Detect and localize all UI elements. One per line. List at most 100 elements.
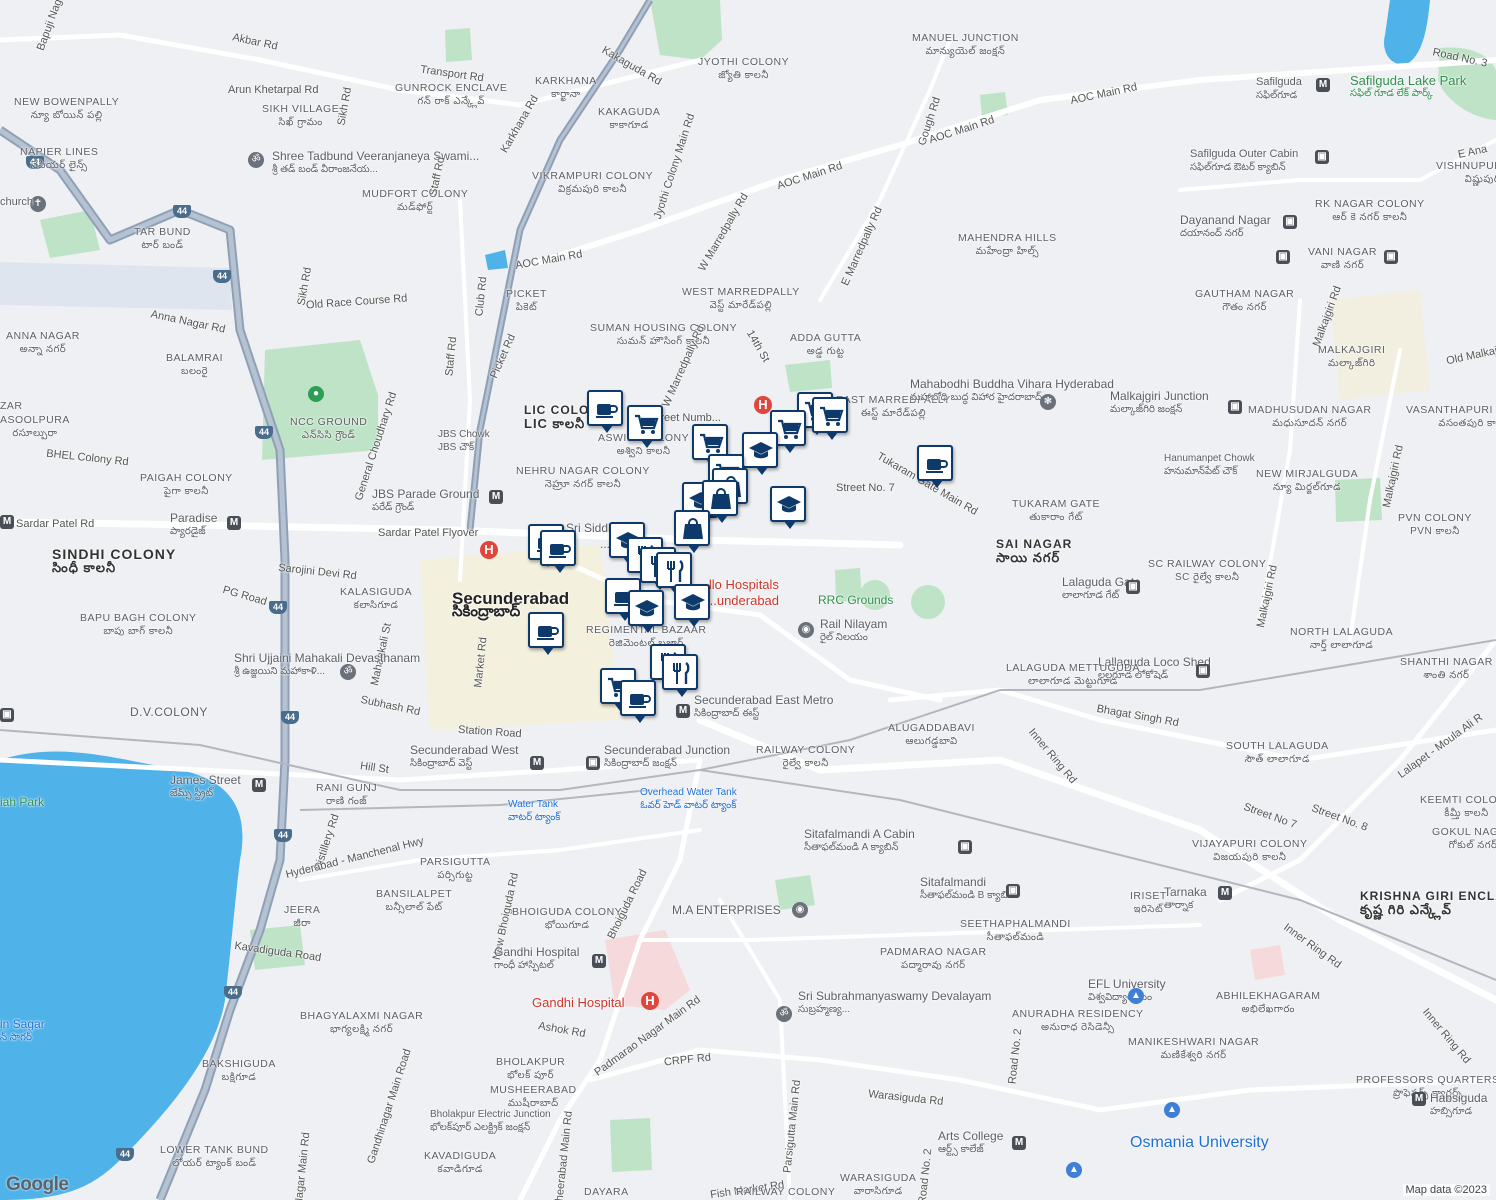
restaurant-marker[interactable] [656,552,692,595]
area-label: VIKRAMPURI COLONY విక్రమపురి కాలనీ [532,170,654,195]
rail-station-icon[interactable]: ▣ [1126,580,1140,594]
landmark-icon[interactable]: ◉ [798,622,814,638]
area-label: RAILWAY COLONY [736,1186,836,1198]
poi-label: Rail Nilayam రైల్ నిలయం [820,617,888,644]
park-label: iah Park [0,795,45,809]
rail-station-icon[interactable]: ▣ [1006,884,1020,898]
university-icon[interactable]: ▲ [1164,1102,1180,1118]
highway-shield: 44 [116,1148,134,1161]
rail-station-icon[interactable]: ▣ [1283,215,1297,229]
area-label: VISHNUPURI COLONYవిష్ణుపురి కాలనీ [1436,160,1496,185]
monastery-icon[interactable]: ❃ [1040,394,1056,410]
rail-station-icon[interactable]: ▣ [0,708,14,722]
poi-label: Hanumanpet Chowk హనుమాన్‌పేట్ చౌక్ [1164,453,1255,477]
cafe-icon [926,459,948,473]
rail-station-icon[interactable]: ▣ [1228,400,1242,414]
area-label: RANI GUNJ రాణి గంజ్ [316,782,378,807]
area-label: SC RAILWAY COLONY SC రైల్వే కాలనీ [1148,558,1267,583]
poi-label: Sri Subrahmanyaswamy Devalayam సుబ్రహ్మణ్… [798,989,992,1016]
grocery-marker[interactable] [812,397,848,440]
metro-station-icon[interactable]: M [1218,886,1232,900]
map-canvas[interactable]: 44 44 44 44 44 44 44 44 44 Akbar Rd Tran… [0,0,1496,1200]
cafe-icon [629,694,651,708]
grocery-marker[interactable] [627,405,663,448]
university-icon[interactable]: ▲ [1066,1162,1082,1178]
hospital-icon[interactable]: H [480,541,498,559]
cafe-icon [549,544,571,558]
hospital-icon[interactable]: H [641,992,659,1010]
metro-label: Dayanand Nagar దయానంద్ నగర్ [1180,213,1271,240]
area-label: Manuel Junction మాన్యుయెల్ జంక్షన్ [912,32,1019,57]
cafe-marker[interactable] [540,530,576,573]
highway-shield: 44 [274,829,292,842]
poi-label: Overhead Water Tank ఓవర్ హెడ్ వాటర్ ట్యాం… [640,787,737,811]
area-label: TAR BUND టార్ బండ్ [134,226,191,251]
rail-station-icon[interactable]: ▣ [958,840,972,854]
area-label: WEST MARREDPALLY వెస్ట్ మారేడ్‌పల్లి [682,286,800,311]
school-marker[interactable] [674,584,710,627]
cafe-marker[interactable] [528,612,564,655]
metro-station-icon[interactable]: M [227,516,241,530]
area-label: NEW BOWENPALLY న్యూ బోయిన్ పల్లి [14,96,120,121]
cafe-marker[interactable] [620,680,656,723]
temple-icon[interactable]: ॐ [340,664,356,680]
poi-label: EFL University విశ్వవిద్యాలయం [1088,977,1166,1004]
temple-icon[interactable]: ॐ [248,152,264,168]
shopping-icon [683,518,703,539]
area-label: BALAMRAI బలంరై [166,352,224,377]
area-label: MUSHEERABAD ముషీరాబాద్ [490,1084,577,1109]
grocery-icon [700,433,724,453]
area-label: ANURADHA RESIDENCY అనురాధ రెసిడెన్సీ [1012,1008,1144,1033]
area-label: PAIGAH COLONY పైగా కాలనీ [140,472,233,497]
metro-station-icon[interactable]: M [1316,78,1330,92]
park-label: RRC Grounds [818,593,894,607]
university-icon[interactable]: ▲ [1128,988,1144,1004]
area-label: JEERA జీరా [284,904,321,929]
metro-station-icon[interactable]: M [0,515,14,529]
rail-station-icon[interactable]: ▣ [1276,250,1290,264]
cafe-marker[interactable] [917,445,953,488]
area-label: VIJAYAPURI COLONY విజయపురి కాలనీ [1192,838,1308,863]
metro-station-icon[interactable]: M [252,778,266,792]
metro-station-icon[interactable]: M [1012,1136,1026,1150]
restaurant-icon [667,560,684,582]
area-label: VASANTHAPURI COLONYవసంతపురి కాలనీ [1406,404,1496,429]
stadium-icon[interactable]: ● [308,386,324,402]
metro-station-icon[interactable]: M [489,490,503,504]
area-label: LALAGUDA METTUGUDA లాలాగూడ మెట్టుగూడ [1006,662,1140,687]
landmark-icon[interactable]: ◉ [792,902,808,918]
area-label: ABHILEKHAGARAM అభిలేఖగారం [1216,990,1321,1015]
cafe-marker[interactable] [587,390,623,433]
rail-station-icon[interactable]: ▣ [1384,250,1398,264]
metro-station-icon[interactable]: M [1412,1092,1426,1106]
area-label: PARSIGUTTA పర్సిగుట్ట [420,856,491,881]
grocery-icon [635,414,659,434]
metro-station-icon[interactable]: M [530,756,544,770]
restaurant-marker[interactable] [662,654,698,697]
poi-label: Bholakpur Electric Junction భోలక్‌పూర్ ఎల… [430,1109,551,1133]
rail-station-icon[interactable]: ▣ [1196,664,1210,678]
area-label: MAHENDRA HILLS మహేంద్రా హిల్స్ [958,232,1057,257]
metro-label: James Street జేమ్స్ స్ట్రీట్ [170,773,241,800]
highway-shield: 44 [224,986,242,999]
school-marker[interactable] [742,432,778,475]
area-label: KARKHANA కార్ఖానా [535,75,597,100]
highway-shield: 44 [213,270,231,283]
area-label: BAKSHIGUDA బక్షిగూడ [202,1058,276,1083]
area-label: GUNROCK ENCLAVE గన్ రాక్ ఎన్క్లేవ్ [395,82,508,107]
poi-label: JBS Chowk JBS చౌక్ [438,429,490,453]
metro-station-icon[interactable]: M [676,704,690,718]
metro-label: Tarnaka తార్నాక [1164,885,1207,912]
area-label: KALASIGUDA కలాసిగూడ [340,586,413,611]
rail-station-icon[interactable]: ▣ [1315,150,1329,164]
rail-station-icon[interactable]: ▣ [586,756,600,770]
area-label: BHAGYALAXMI NAGAR భాగ్యలక్ష్మి నగర్ [300,1010,424,1035]
temple-icon[interactable]: ॐ [776,1006,792,1022]
school-marker[interactable] [628,590,664,633]
school-marker[interactable] [770,486,806,529]
metro-station-icon[interactable]: M [592,954,606,968]
map-attribution[interactable]: Map data ©2023 [1402,1184,1490,1196]
area-label: ADDA GUTTA అడ్డ గుట్ట [790,332,862,357]
google-logo: Google [6,1174,69,1195]
shopping-marker[interactable] [674,510,710,553]
